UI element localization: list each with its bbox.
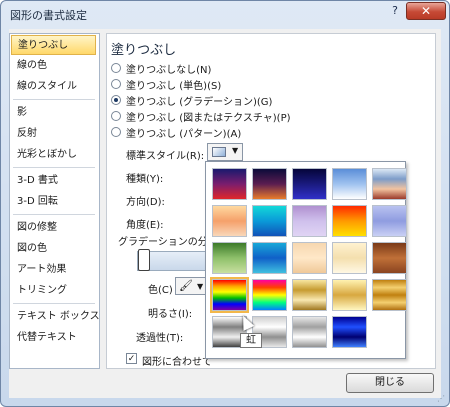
gradient-preset-desert[interactable] <box>212 205 247 237</box>
radio-gradient-fill[interactable] <box>111 95 121 105</box>
gradient-preset-rainbow[interactable] <box>210 277 249 313</box>
gradient-stops-label: グラデーションの分岐 <box>118 237 218 248</box>
sidebar-item-label: アート効果 <box>17 264 67 275</box>
sidebar-divider <box>13 167 95 168</box>
sidebar-item-label: 3-D 書式 <box>17 175 58 186</box>
gradient-preset-fog[interactable] <box>372 205 407 237</box>
sidebar-item-label: 線のスタイル <box>17 81 77 92</box>
sidebar-item-label: 反射 <box>17 128 37 139</box>
sidebar-divider <box>13 303 95 304</box>
sidebar-item-label: 影 <box>17 107 27 118</box>
radio-solid-fill-label[interactable]: 塗りつぶし (単色)(S) <box>126 77 221 92</box>
sidebar-item-label: 代替テキスト <box>17 332 77 343</box>
gradient-preset-daybreak[interactable] <box>332 168 367 200</box>
gradient-preset-calm-water[interactable] <box>292 205 327 237</box>
chevron-down-icon: ▼ <box>232 146 239 155</box>
gradient-preset-gold[interactable] <box>292 279 327 311</box>
close-button[interactable]: 閉じる <box>346 373 434 393</box>
chevron-down-icon: ▼ <box>196 282 204 291</box>
sidebar-item-3d-rotation[interactable]: 3-D 回転 <box>11 192 96 212</box>
dialog-title: 図形の書式設定 <box>10 9 87 22</box>
gradient-preset-sapphire[interactable] <box>332 316 367 348</box>
help-icon[interactable]: ? <box>386 3 404 19</box>
sidebar-item-label: 3-D 回転 <box>17 196 58 207</box>
radio-pattern-fill-label[interactable]: 塗りつぶし (パターン)(A) <box>126 125 241 140</box>
sidebar-item-glow[interactable]: 光彩とぼかし <box>11 145 96 165</box>
sidebar-item-label: 図の修整 <box>17 222 57 233</box>
gradient-preset-horizon[interactable] <box>372 168 407 200</box>
close-icon[interactable]: ✕ <box>406 2 446 20</box>
sidebar-item-label: トリミング <box>17 285 67 296</box>
sidebar-item-line-color[interactable]: 線の色 <box>11 56 96 76</box>
sidebar-item-label: テキスト ボックス <box>17 311 100 322</box>
sidebar-item-picture-corrections[interactable]: 図の修整 <box>11 218 96 238</box>
title-bar[interactable]: 図形の書式設定 ? ✕ <box>1 1 449 27</box>
color-label: 色(C) <box>148 285 173 296</box>
gradient-preset-peacock[interactable] <box>252 242 287 274</box>
angle-label: 角度(E): <box>126 220 164 231</box>
gradient-preset-nightfall[interactable] <box>292 168 327 200</box>
sidebar-item-3d-format[interactable]: 3-D 書式 <box>11 171 96 191</box>
direction-label: 方向(D): <box>126 197 165 208</box>
radio-gradient-fill-label[interactable]: 塗りつぶし (グラデーション)(G) <box>126 93 272 108</box>
sidebar-item-picture-color[interactable]: 図の色 <box>11 239 96 259</box>
gradient-preset-ocean[interactable] <box>252 205 287 237</box>
gradient-preset-mahogany[interactable] <box>372 242 407 274</box>
sidebar-divider <box>13 214 95 215</box>
preset-gradient-dropdown[interactable]: ▼ <box>207 143 243 161</box>
brightness-label: 明るさ(I): <box>148 309 193 320</box>
radio-no-fill-label[interactable]: 塗りつぶしなし(N) <box>126 61 211 76</box>
sidebar-item-label: 図の色 <box>17 243 47 254</box>
rotate-with-shape-label[interactable]: 図形に合わせて <box>142 353 212 368</box>
gradient-stop-handle[interactable] <box>138 249 150 271</box>
panel-heading: 塗りつぶし <box>111 43 177 58</box>
gallery-tooltip: 虹 <box>240 333 262 348</box>
gradient-preset-late-sunset[interactable] <box>212 168 247 200</box>
sidebar-item-reflection[interactable]: 反射 <box>11 124 96 144</box>
gradient-preset-early-sunset[interactable] <box>252 168 287 200</box>
rotate-with-shape-checkbox[interactable]: ✓ <box>126 353 137 364</box>
type-label: 種類(Y): <box>126 174 164 185</box>
preset-label: 標準スタイル(R): <box>126 151 205 162</box>
sidebar-item-artistic-effects[interactable]: アート効果 <box>11 260 96 280</box>
gradient-preset-brass[interactable] <box>372 279 407 311</box>
gradient-preset-moss[interactable] <box>212 242 247 274</box>
sidebar-item-label: 線の色 <box>17 60 47 71</box>
gradient-preset-parchment[interactable] <box>332 242 367 274</box>
radio-pattern-fill[interactable] <box>111 127 121 137</box>
sidebar-item-fill[interactable]: 塗りつぶし <box>11 35 96 55</box>
radio-solid-fill[interactable] <box>111 79 121 89</box>
radio-picture-fill[interactable] <box>111 111 121 121</box>
transparency-label: 透過性(T): <box>136 333 184 344</box>
gradient-preset-fire[interactable] <box>332 205 367 237</box>
sidebar-item-label: 光彩とぼかし <box>17 149 77 160</box>
sidebar-item-crop[interactable]: トリミング <box>11 281 96 301</box>
preset-swatch-icon <box>212 147 226 157</box>
sidebar-item-text-box[interactable]: テキスト ボックス <box>11 307 100 327</box>
sidebar-divider <box>13 99 95 100</box>
sidebar-item-shadow[interactable]: 影 <box>11 103 96 123</box>
paint-bucket-icon: 🖌 <box>179 279 193 292</box>
sidebar-item-label: 塗りつぶし <box>18 40 69 51</box>
preset-gradient-gallery <box>205 161 407 359</box>
sidebar-item-alt-text[interactable]: 代替テキスト <box>11 328 96 348</box>
gradient-preset-silver[interactable] <box>292 316 327 348</box>
gradient-preset-gold-2[interactable] <box>332 279 367 311</box>
resize-grip-icon[interactable]: ⋰ <box>437 394 445 403</box>
sidebar-item-line-style[interactable]: 線のスタイル <box>11 77 96 97</box>
gradient-preset-wheat[interactable] <box>292 242 327 274</box>
gradient-preset-rainbow-2[interactable] <box>252 279 287 311</box>
radio-no-fill[interactable] <box>111 63 121 73</box>
radio-picture-fill-label[interactable]: 塗りつぶし (図またはテクスチャ)(P) <box>126 109 291 124</box>
